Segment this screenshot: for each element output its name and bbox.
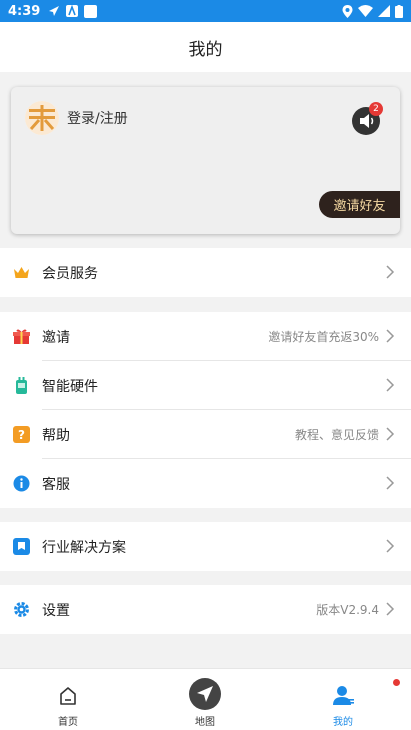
avatar[interactable] xyxy=(25,101,59,135)
chevron-right-icon xyxy=(386,427,395,441)
solution-icon xyxy=(13,538,30,555)
page-title: 我的 xyxy=(188,39,223,60)
menu-item-settings[interactable]: 设置 版本V2.9.4 xyxy=(0,585,411,634)
menu-label-help: 帮助 xyxy=(42,427,70,444)
menu-label-settings: 设置 xyxy=(42,602,70,619)
menu-label-customer-service: 客服 xyxy=(42,476,70,493)
menu-item-invite[interactable]: 邀请 邀请好友首充返30% xyxy=(0,312,411,361)
chevron-right-icon xyxy=(386,265,395,279)
nav-label-mine: 我的 xyxy=(333,717,353,728)
crown-icon xyxy=(14,267,29,278)
nav-tab-mine[interactable]: 我的 xyxy=(283,669,403,730)
gift-icon xyxy=(13,329,30,344)
chevron-right-icon xyxy=(386,378,395,392)
gear-icon xyxy=(14,602,29,617)
avatar-logo-icon xyxy=(25,101,59,135)
hardware-device-icon xyxy=(16,377,27,394)
battery-icon xyxy=(395,4,403,18)
app-a-icon xyxy=(66,5,79,17)
navigation-icon xyxy=(189,678,221,710)
signal-icon xyxy=(378,5,390,17)
nav-label-map: 地图 xyxy=(195,717,215,728)
chevron-right-icon xyxy=(386,329,395,343)
wifi-icon xyxy=(358,5,373,17)
bottom-nav: 首页 地图 我的 xyxy=(0,668,411,730)
home-icon xyxy=(60,687,76,705)
status-bar: 4:39 xyxy=(0,0,411,22)
menu-label-industry-solutions: 行业解决方案 xyxy=(42,539,126,556)
menu-item-membership[interactable]: 会员服务 xyxy=(0,248,411,297)
nav-label-home: 首页 xyxy=(58,717,78,728)
invite-friends-button[interactable]: 邀请好友 xyxy=(319,191,400,218)
menu-label-membership: 会员服务 xyxy=(42,265,98,282)
navigation-arrow-icon xyxy=(49,6,60,16)
menu-value-help: 教程、意见反馈 xyxy=(294,428,379,442)
chevron-right-icon xyxy=(386,539,395,553)
notification-app-icon xyxy=(84,4,98,18)
menu-item-industry-solutions[interactable]: 行业解决方案 xyxy=(0,522,411,571)
login-register-link[interactable]: 登录/注册 xyxy=(67,108,128,128)
notification-badge: 2 xyxy=(369,102,383,116)
menu-label-smart-hardware: 智能硬件 xyxy=(42,378,98,395)
nav-tab-map[interactable]: 地图 xyxy=(145,669,265,730)
invite-friends-label: 邀请好友 xyxy=(333,199,386,214)
menu-item-smart-hardware[interactable]: 智能硬件 xyxy=(0,361,411,410)
help-icon: ? xyxy=(13,426,30,443)
profile-card: 登录/注册 2 邀请好友 xyxy=(11,87,400,234)
chevron-right-icon xyxy=(386,602,395,616)
nav-tab-home[interactable]: 首页 xyxy=(8,669,128,730)
profile-icon xyxy=(333,686,354,705)
unread-dot xyxy=(393,679,400,686)
svg-text:?: ? xyxy=(18,428,25,442)
status-time: 4:39 xyxy=(8,3,41,19)
menu-value-settings: 版本V2.9.4 xyxy=(316,603,379,617)
menu-item-customer-service[interactable]: 客服 xyxy=(0,459,411,508)
chevron-right-icon xyxy=(386,476,395,490)
menu-value-invite: 邀请好友首充返30% xyxy=(268,330,379,344)
location-icon xyxy=(342,4,353,18)
info-icon xyxy=(13,475,30,492)
menu-label-invite: 邀请 xyxy=(42,329,70,346)
title-bar: 我的 xyxy=(0,22,411,72)
menu-item-help[interactable]: ? 帮助 教程、意见反馈 xyxy=(0,410,411,459)
